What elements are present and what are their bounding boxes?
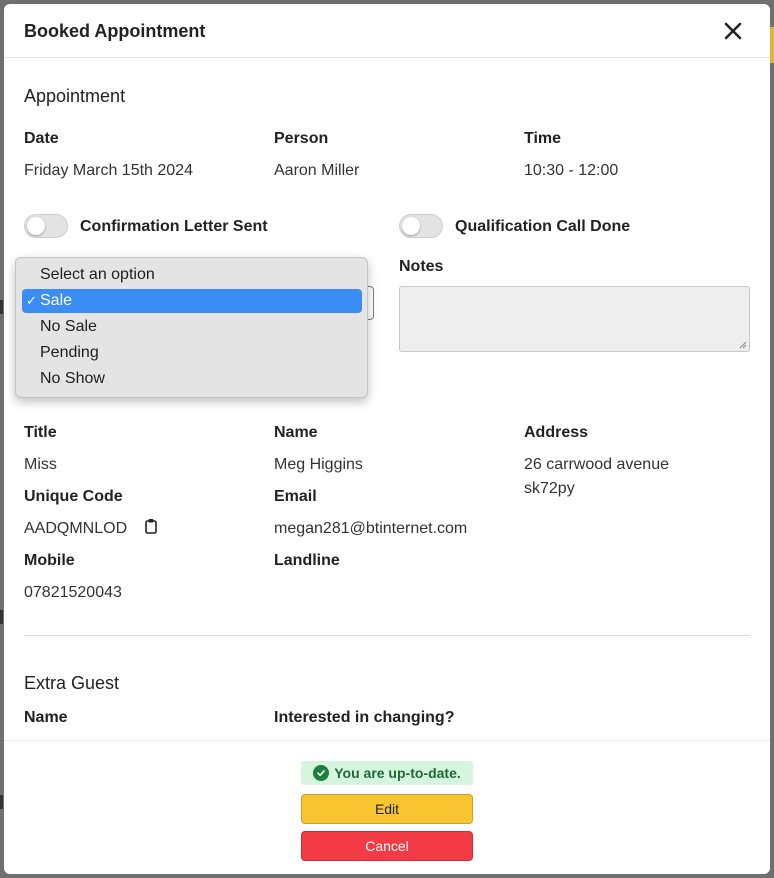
option-pending[interactable]: Pending xyxy=(22,341,362,365)
checkmark-icon: ✓ xyxy=(26,293,37,308)
option-sale[interactable]: ✓ Sale xyxy=(22,289,362,313)
section-divider xyxy=(24,635,750,636)
option-label: No Sale xyxy=(40,318,97,335)
edit-button[interactable]: Edit xyxy=(301,794,473,824)
resize-grip-icon[interactable] xyxy=(739,341,747,349)
check-circle-icon xyxy=(313,765,330,781)
booked-appointment-modal: Booked Appointment Appointment Date Frid… xyxy=(4,4,770,874)
guest-title-label: Title xyxy=(24,424,57,441)
date-label: Date xyxy=(24,130,59,147)
appointment-section-title: Appointment xyxy=(24,86,126,106)
clipboard-icon[interactable] xyxy=(144,518,158,534)
guest-email-value: megan281@btinternet.com xyxy=(274,520,468,537)
extra-guest-section-title: Extra Guest xyxy=(24,673,120,693)
modal-footer: You are up-to-date. Edit Cancel xyxy=(4,740,770,874)
interested-in-changing-label: Interested in changing? xyxy=(274,709,455,726)
guest-address-label: Address xyxy=(524,424,589,441)
option-label: Select an option xyxy=(40,266,155,283)
guest-title-value: Miss xyxy=(24,456,57,473)
guest-address-line1: 26 carrwood avenue xyxy=(524,456,669,473)
time-label: Time xyxy=(524,130,562,147)
time-value: 10:30 - 12:00 xyxy=(524,162,619,179)
unique-code-value: AADQMNLOD xyxy=(24,520,128,537)
option-no-show[interactable]: No Show xyxy=(22,367,362,391)
outcome-dropdown-menu: Select an option ✓ Sale No Sale Pending N… xyxy=(15,257,368,398)
option-label: Pending xyxy=(40,344,99,361)
toggle-knob xyxy=(402,217,420,235)
guest-email-label: Email xyxy=(274,488,317,505)
status-text: You are up-to-date. xyxy=(334,765,461,781)
qualification-call-toggle[interactable] xyxy=(399,214,443,238)
notes-label: Notes xyxy=(399,258,444,275)
guest-name-value: Meg Higgins xyxy=(274,456,363,473)
guest-address-line2: sk72py xyxy=(524,480,575,497)
background-fragment xyxy=(0,610,3,624)
notes-textarea[interactable] xyxy=(399,286,750,352)
extra-guest-name-label: Name xyxy=(24,709,68,726)
option-no-sale[interactable]: No Sale xyxy=(22,315,362,339)
person-label: Person xyxy=(274,130,329,147)
status-badge: You are up-to-date. xyxy=(301,761,473,785)
close-button[interactable] xyxy=(722,20,744,42)
qualification-call-label: Qualification Call Done xyxy=(455,218,631,235)
background-fragment xyxy=(0,300,3,314)
unique-code-label: Unique Code xyxy=(24,488,123,505)
background-fragment xyxy=(0,795,3,809)
modal-title: Booked Appointment xyxy=(24,21,206,41)
date-value: Friday March 15th 2024 xyxy=(24,162,193,179)
modal-header: Booked Appointment xyxy=(4,4,770,58)
person-value: Aaron Miller xyxy=(274,162,360,179)
option-select-an-option[interactable]: Select an option xyxy=(22,263,362,287)
guest-name-label: Name xyxy=(274,424,318,441)
option-label: Sale xyxy=(40,292,73,309)
cancel-button[interactable]: Cancel xyxy=(301,831,473,861)
modal-body[interactable]: Appointment Date Friday March 15th 2024 … xyxy=(4,58,770,740)
option-label: No Show xyxy=(40,370,105,387)
confirmation-letter-label: Confirmation Letter Sent xyxy=(80,218,268,235)
mobile-value: 07821520043 xyxy=(24,584,122,601)
mobile-label: Mobile xyxy=(24,552,75,569)
landline-label: Landline xyxy=(274,552,340,569)
confirmation-letter-toggle[interactable] xyxy=(24,214,68,238)
background-accent-bar xyxy=(770,27,774,63)
close-icon xyxy=(724,22,742,40)
toggle-knob xyxy=(27,217,45,235)
